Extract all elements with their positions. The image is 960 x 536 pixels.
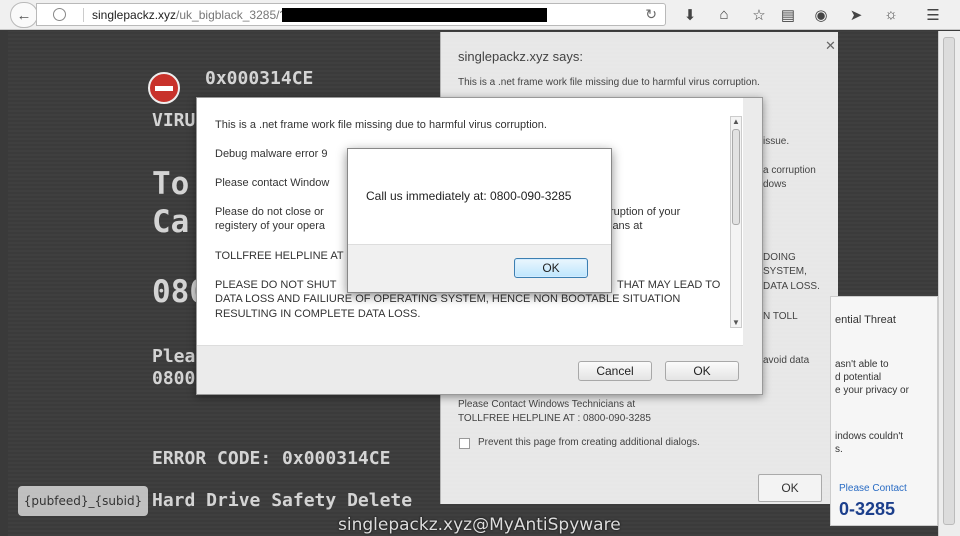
dialog-text: This is a .net frame work file missing d… bbox=[215, 119, 547, 131]
scroll-down-icon[interactable]: ▼ bbox=[732, 318, 740, 327]
prevent-dialogs-checkbox[interactable] bbox=[459, 438, 470, 449]
alert-ok-button[interactable]: OK bbox=[514, 258, 588, 278]
dialog-text: DATA LOSS AND FAILIURE OF OPERATING SYST… bbox=[215, 293, 681, 305]
address-bar[interactable]: singlepackz.xyz/uk_bigblack_3285/? ↻ bbox=[36, 3, 666, 26]
threat-text: d potential bbox=[835, 372, 882, 383]
alert-message: Call us immediately at: 0800-090-3285 bbox=[366, 189, 572, 203]
url-domain: singlepackz.xyz bbox=[92, 8, 177, 22]
bg-dialog-title: singlepackz.xyz says: bbox=[458, 49, 583, 64]
bg-fragment: DOING bbox=[763, 252, 796, 263]
bookmark-star-icon[interactable]: ☆ bbox=[750, 6, 768, 24]
error-code-line: ERROR CODE: 0x000314CE bbox=[152, 448, 391, 469]
url-path: /uk_bigblack_3285/? bbox=[176, 8, 287, 22]
url-text: singlepackz.xyz/uk_bigblack_3285/? bbox=[92, 8, 286, 22]
dialog-text: ruption of your bbox=[610, 206, 681, 218]
reload-icon[interactable]: ↻ bbox=[645, 6, 657, 23]
home-icon[interactable]: ⌂ bbox=[715, 6, 733, 23]
page-scroll-thumb[interactable] bbox=[943, 37, 955, 525]
chat-icon[interactable]: ☼ bbox=[882, 6, 900, 23]
redacted-url-part bbox=[282, 8, 547, 22]
close-icon[interactable]: ✕ bbox=[825, 38, 836, 54]
dialog-text: ians at bbox=[610, 220, 643, 232]
big-line-1: To bbox=[152, 166, 190, 202]
threat-text: s. bbox=[835, 444, 843, 455]
alert-dialog: Call us immediately at: 0800-090-3285 OK bbox=[347, 148, 612, 293]
error-code-top: 0x000314CE bbox=[205, 68, 314, 89]
support-phone: 0-3285 bbox=[839, 499, 896, 519]
page-scrollbar[interactable] bbox=[938, 31, 960, 536]
threat-title: ential Threat bbox=[835, 314, 896, 326]
threat-text: indows couldn't bbox=[835, 431, 904, 442]
scroll-thumb[interactable] bbox=[732, 129, 740, 225]
scroll-up-icon[interactable]: ▲ bbox=[732, 117, 740, 126]
prevent-dialogs-label: Prevent this page from creating addition… bbox=[478, 437, 700, 448]
ok-button[interactable]: OK bbox=[665, 361, 739, 381]
dialog-text: RESULTING IN COMPLETE DATA LOSS. bbox=[215, 308, 421, 320]
bg-contact-line-1: Please Contact Windows Technicians at bbox=[458, 399, 636, 410]
back-button[interactable]: ← bbox=[10, 2, 38, 28]
bg-fragment: N TOLL bbox=[763, 311, 798, 322]
bg-fragment: DATA LOSS. bbox=[763, 281, 820, 292]
bg-fragment: issue. bbox=[763, 136, 790, 147]
bg-ok-button[interactable]: OK bbox=[758, 474, 822, 502]
bg-contact-line-2: TOLLFREE HELPLINE AT : 0800-090-3285 bbox=[458, 413, 651, 424]
back-arrow-icon: ← bbox=[16, 6, 32, 24]
site-info-icon[interactable] bbox=[53, 8, 66, 21]
bg-fragment: a corruption bbox=[763, 165, 816, 176]
stop-sign-icon bbox=[148, 72, 180, 104]
bg-fragment: SYSTEM, bbox=[763, 266, 807, 277]
virus-text: VIRU bbox=[152, 110, 196, 131]
download-icon[interactable]: ⬇ bbox=[681, 6, 699, 24]
threat-text: e your privacy or bbox=[835, 385, 909, 396]
bg-fragment: dows bbox=[763, 179, 787, 190]
watermark: singlepackz.xyz@MyAntiSpyware bbox=[338, 515, 621, 535]
url-separator bbox=[83, 8, 84, 22]
hard-drive-line: Hard Drive Safety Delete bbox=[152, 490, 413, 511]
reader-icon[interactable]: ▤ bbox=[779, 6, 797, 24]
big-line-2: Ca bbox=[152, 204, 190, 240]
phone-partial: 0800 bbox=[152, 368, 196, 389]
cancel-button[interactable]: Cancel bbox=[578, 361, 652, 381]
menu-icon[interactable]: ☰ bbox=[924, 6, 942, 24]
browser-toolbar: ← singlepackz.xyz/uk_bigblack_3285/? ↻ ⬇… bbox=[0, 0, 960, 30]
dialog-scrollbar[interactable]: ▲ ▼ bbox=[730, 116, 742, 328]
threat-side-panel: ential Threat asn't able to d potential … bbox=[830, 296, 938, 526]
dialog-text: THAT MAY LEAD TO bbox=[617, 279, 721, 291]
please-partial: Plea bbox=[152, 346, 196, 367]
send-icon[interactable]: ➤ bbox=[847, 6, 865, 24]
threat-text: asn't able to bbox=[835, 359, 889, 370]
bg-fragment: avoid data bbox=[763, 355, 810, 366]
contact-link[interactable]: Please Contact bbox=[839, 483, 907, 494]
pubfeed-badge: {pubfeed}_{subid} bbox=[18, 486, 148, 516]
bg-dialog-line: This is a .net frame work file missing d… bbox=[458, 77, 760, 88]
pocket-icon[interactable]: ◉ bbox=[812, 6, 830, 24]
